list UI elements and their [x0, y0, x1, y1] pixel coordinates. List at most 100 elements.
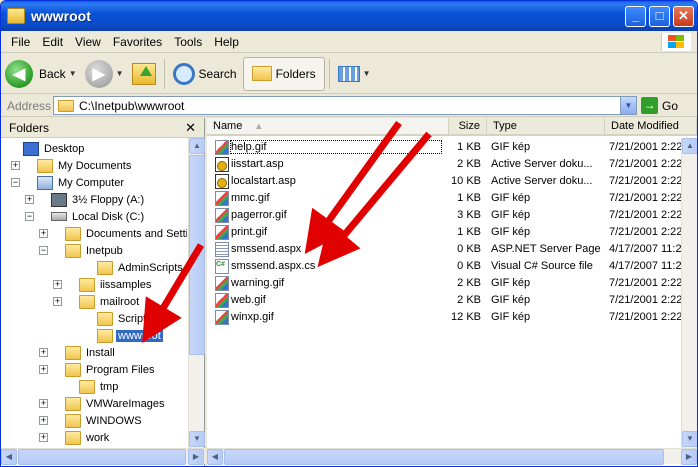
column-header-type[interactable]: Type [487, 118, 605, 136]
file-list-horizontal-scrollbar[interactable]: ◀ ▶ [207, 448, 697, 465]
maximize-button[interactable]: □ [649, 6, 670, 27]
column-label: Type [493, 120, 517, 132]
address-label: Address [7, 98, 52, 113]
file-size: 2 KB [457, 277, 481, 289]
address-input[interactable]: C:\Inetpub\wwwroot ▼ [53, 96, 637, 115]
tree-item[interactable]: AdminScripts [97, 259, 185, 276]
tree-item-label: iissamples [100, 278, 152, 291]
minimize-button[interactable]: _ [625, 6, 646, 27]
go-button[interactable]: → Go [641, 97, 678, 114]
file-row[interactable]: iisstart.asp 2 KB Active Server doku... 7/2… [207, 156, 697, 173]
file-row[interactable]: help.gif 1 KB GIF kép 7/21/2001 2:22 P [207, 139, 697, 156]
file-row[interactable]: winxp.gif 12 KB GIF kép 7/21/2001 2:22 P [207, 309, 697, 326]
gif-file-icon [215, 293, 229, 308]
scroll-left-button[interactable]: ◀ [1, 449, 17, 465]
expand-icon[interactable]: + [39, 399, 48, 408]
address-dropdown-button[interactable]: ▼ [620, 97, 636, 114]
tree-item-label: Scripts [118, 312, 152, 325]
tree-item[interactable]: − Local Disk (C:) [25, 208, 146, 225]
file-row[interactable]: localstart.asp 10 KB Active Server doku...… [207, 173, 697, 190]
search-button[interactable]: Search [169, 57, 241, 91]
collapse-icon[interactable]: − [39, 246, 48, 255]
tree-item[interactable]: + WINDOWS [39, 412, 144, 429]
scroll-right-button[interactable]: ▶ [681, 449, 697, 465]
menu-tools[interactable]: Tools [168, 35, 208, 49]
scroll-thumb[interactable] [224, 449, 664, 465]
tree-item[interactable]: wwwroot [97, 327, 163, 344]
expand-icon[interactable]: + [39, 416, 48, 425]
tree-item[interactable]: + mailroot [53, 293, 141, 310]
expand-icon[interactable]: + [39, 348, 48, 357]
back-button[interactable]: ◀ Back ▼ [1, 57, 81, 91]
file-size: 3 KB [457, 209, 481, 221]
scroll-right-button[interactable]: ▶ [188, 449, 204, 465]
folder-icon [65, 396, 81, 411]
tree-vertical-scrollbar[interactable]: ▲ ▼ [188, 138, 205, 448]
scroll-down-button[interactable]: ▼ [682, 431, 697, 447]
tree-item[interactable]: + iissamples [53, 276, 153, 293]
file-row[interactable]: web.gif 2 KB GIF kép 7/21/2001 2:22 P [207, 292, 697, 309]
menu-help[interactable]: Help [208, 35, 245, 49]
tree-item[interactable]: − Inetpub [39, 242, 125, 259]
close-button[interactable]: ✕ [673, 6, 694, 27]
scroll-left-button[interactable]: ◀ [207, 449, 223, 465]
tree-item[interactable]: + Documents and Settir [39, 225, 187, 242]
file-list-vertical-scrollbar[interactable]: ▲ ▼ [681, 138, 697, 448]
column-header-name[interactable]: Name ▲ [207, 118, 449, 136]
tree-horizontal-scrollbar[interactable]: ◀ ▶ [1, 448, 205, 465]
scroll-up-button[interactable]: ▲ [189, 138, 205, 154]
expand-icon[interactable]: + [39, 365, 48, 374]
folder-icon [97, 311, 113, 326]
expand-icon[interactable]: + [39, 229, 48, 238]
forward-button[interactable]: ▶ ▼ [81, 57, 128, 91]
search-icon [172, 62, 195, 85]
menu-bar: File Edit View Favorites Tools Help [1, 31, 697, 53]
tree-item[interactable]: Desktop [23, 140, 86, 157]
scroll-thumb[interactable] [18, 449, 186, 465]
menu-view[interactable]: View [69, 35, 107, 49]
expand-icon[interactable]: + [11, 161, 20, 170]
collapse-icon[interactable]: − [11, 178, 20, 187]
file-row[interactable]: print.gif 1 KB GIF kép 7/21/2001 2:22 P [207, 224, 697, 241]
chevron-down-icon[interactable]: ▼ [69, 69, 77, 78]
file-date-modified: 4/17/2007 11:25 [609, 260, 681, 272]
views-button[interactable]: ▼ [334, 57, 375, 91]
expand-icon[interactable]: + [39, 433, 48, 442]
column-header-size[interactable]: Size [449, 118, 487, 136]
file-row[interactable]: smssend.aspx.cs 0 KB Visual C# Source file… [207, 258, 697, 275]
folder-icon [65, 413, 81, 428]
expand-icon[interactable]: + [53, 297, 62, 306]
file-row[interactable]: pagerror.gif 3 KB GIF kép 7/21/2001 2:22 P [207, 207, 697, 224]
close-icon[interactable]: ✕ [185, 120, 196, 136]
folders-button[interactable]: Folders [242, 56, 325, 91]
tree-item[interactable]: + Install [39, 344, 117, 361]
tree-item[interactable]: tmp [79, 378, 120, 395]
file-row[interactable]: mmc.gif 1 KB GIF kép 7/21/2001 2:22 P [207, 190, 697, 207]
tree-item[interactable]: + My Documents [11, 157, 133, 174]
menu-edit[interactable]: Edit [36, 35, 69, 49]
tree-item[interactable]: +3½ Floppy (A:) [25, 191, 146, 208]
file-name: help.gif [230, 140, 442, 154]
title-bar[interactable]: wwwroot _ □ ✕ [1, 1, 697, 31]
expand-icon[interactable]: + [25, 195, 34, 204]
chevron-down-icon[interactable]: ▼ [116, 69, 124, 78]
menu-file[interactable]: File [5, 35, 36, 49]
collapse-icon[interactable]: − [25, 212, 34, 221]
tree-item[interactable]: + work [39, 429, 111, 446]
tree-item-label: VMWareImages [86, 397, 165, 410]
scroll-down-button[interactable]: ▼ [189, 431, 205, 447]
scroll-thumb[interactable] [189, 155, 205, 355]
menu-favorites[interactable]: Favorites [107, 35, 168, 49]
file-row[interactable]: smssend.aspx 0 KB ASP.NET Server Page 4/17/… [207, 241, 697, 258]
scroll-up-button[interactable]: ▲ [682, 138, 697, 154]
column-header-date-modified[interactable]: Date Modified [605, 118, 697, 136]
tree-item[interactable]: + VMWareImages [39, 395, 166, 412]
computer-icon [37, 175, 53, 190]
tree-item[interactable]: − My Computer [11, 174, 126, 191]
up-folder-button[interactable] [128, 57, 160, 91]
folders-icon [251, 66, 272, 81]
file-row[interactable]: warning.gif 2 KB GIF kép 7/21/2001 2:22 P [207, 275, 697, 292]
tree-item[interactable]: + Program Files [39, 361, 156, 378]
expand-icon[interactable]: + [53, 280, 62, 289]
tree-item[interactable]: Scripts [97, 310, 154, 327]
